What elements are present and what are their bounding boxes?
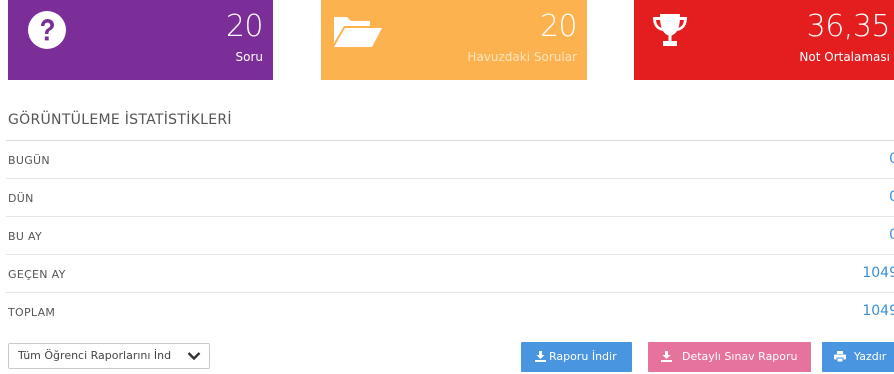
student-reports-select[interactable]: Tüm Öğrenci Raporlarını İnd	[8, 343, 210, 369]
download-report-button[interactable]: Raporu İndir	[521, 342, 632, 372]
tile-question-count: 20 Soru	[8, 0, 273, 80]
tile-label: Soru	[235, 50, 264, 64]
stats-value: 0	[889, 189, 894, 205]
view-stats-table: BUGÜN 0 DÜN 0 BU AY 0 GEÇEN AY 1049 TOPL…	[6, 141, 894, 331]
stats-label: BUGÜN	[8, 154, 50, 167]
tile-label: Not Ortalaması	[799, 50, 890, 64]
chevron-down-icon	[187, 351, 201, 364]
stats-row: GEÇEN AY 1049	[6, 255, 894, 293]
stats-label: DÜN	[8, 192, 34, 205]
download-icon	[661, 351, 672, 365]
tile-value: 20	[539, 9, 578, 44]
stats-value: 0	[889, 151, 894, 167]
stats-row: BU AY 0	[6, 217, 894, 255]
stats-row: BUGÜN 0	[6, 141, 894, 179]
button-label: Detaylı Sınav Raporu	[682, 350, 798, 363]
stats-label: BU AY	[8, 230, 42, 243]
stats-label: GEÇEN AY	[8, 268, 66, 281]
stats-label: TOPLAM	[8, 306, 56, 319]
select-value: Tüm Öğrenci Raporlarını İnd	[18, 349, 172, 362]
detailed-exam-report-button[interactable]: Detaylı Sınav Raporu	[648, 342, 811, 372]
stats-value: 1049	[862, 265, 894, 281]
stats-title: GÖRÜNTÜLEME İSTATİSTİKLERİ	[8, 112, 232, 128]
tile-value: 20	[225, 9, 264, 44]
download-icon	[535, 351, 546, 365]
tile-value: 36,35	[806, 9, 891, 44]
stats-value: 1049	[862, 303, 894, 319]
tile-pool-questions: 20 Havuzdaki Sorular	[321, 0, 587, 80]
stats-value: 0	[889, 227, 894, 243]
button-label: Yazdır	[854, 350, 887, 363]
tile-label: Havuzdaki Sorular	[467, 50, 577, 64]
summary-tiles: 20 Soru 20 Havuzdaki Sorular 36,35 Not O…	[0, 0, 894, 80]
question-circle-icon	[28, 11, 66, 53]
stats-row: TOPLAM 1049	[6, 293, 894, 331]
print-button[interactable]: Yazdır	[822, 342, 894, 372]
button-label: Raporu İndir	[549, 350, 617, 363]
print-icon	[834, 351, 846, 365]
tile-grade-average: 36,35 Not Ortalaması	[634, 0, 894, 80]
stats-row: DÜN 0	[6, 179, 894, 217]
folder-open-icon	[332, 13, 384, 53]
trophy-icon	[650, 11, 690, 55]
